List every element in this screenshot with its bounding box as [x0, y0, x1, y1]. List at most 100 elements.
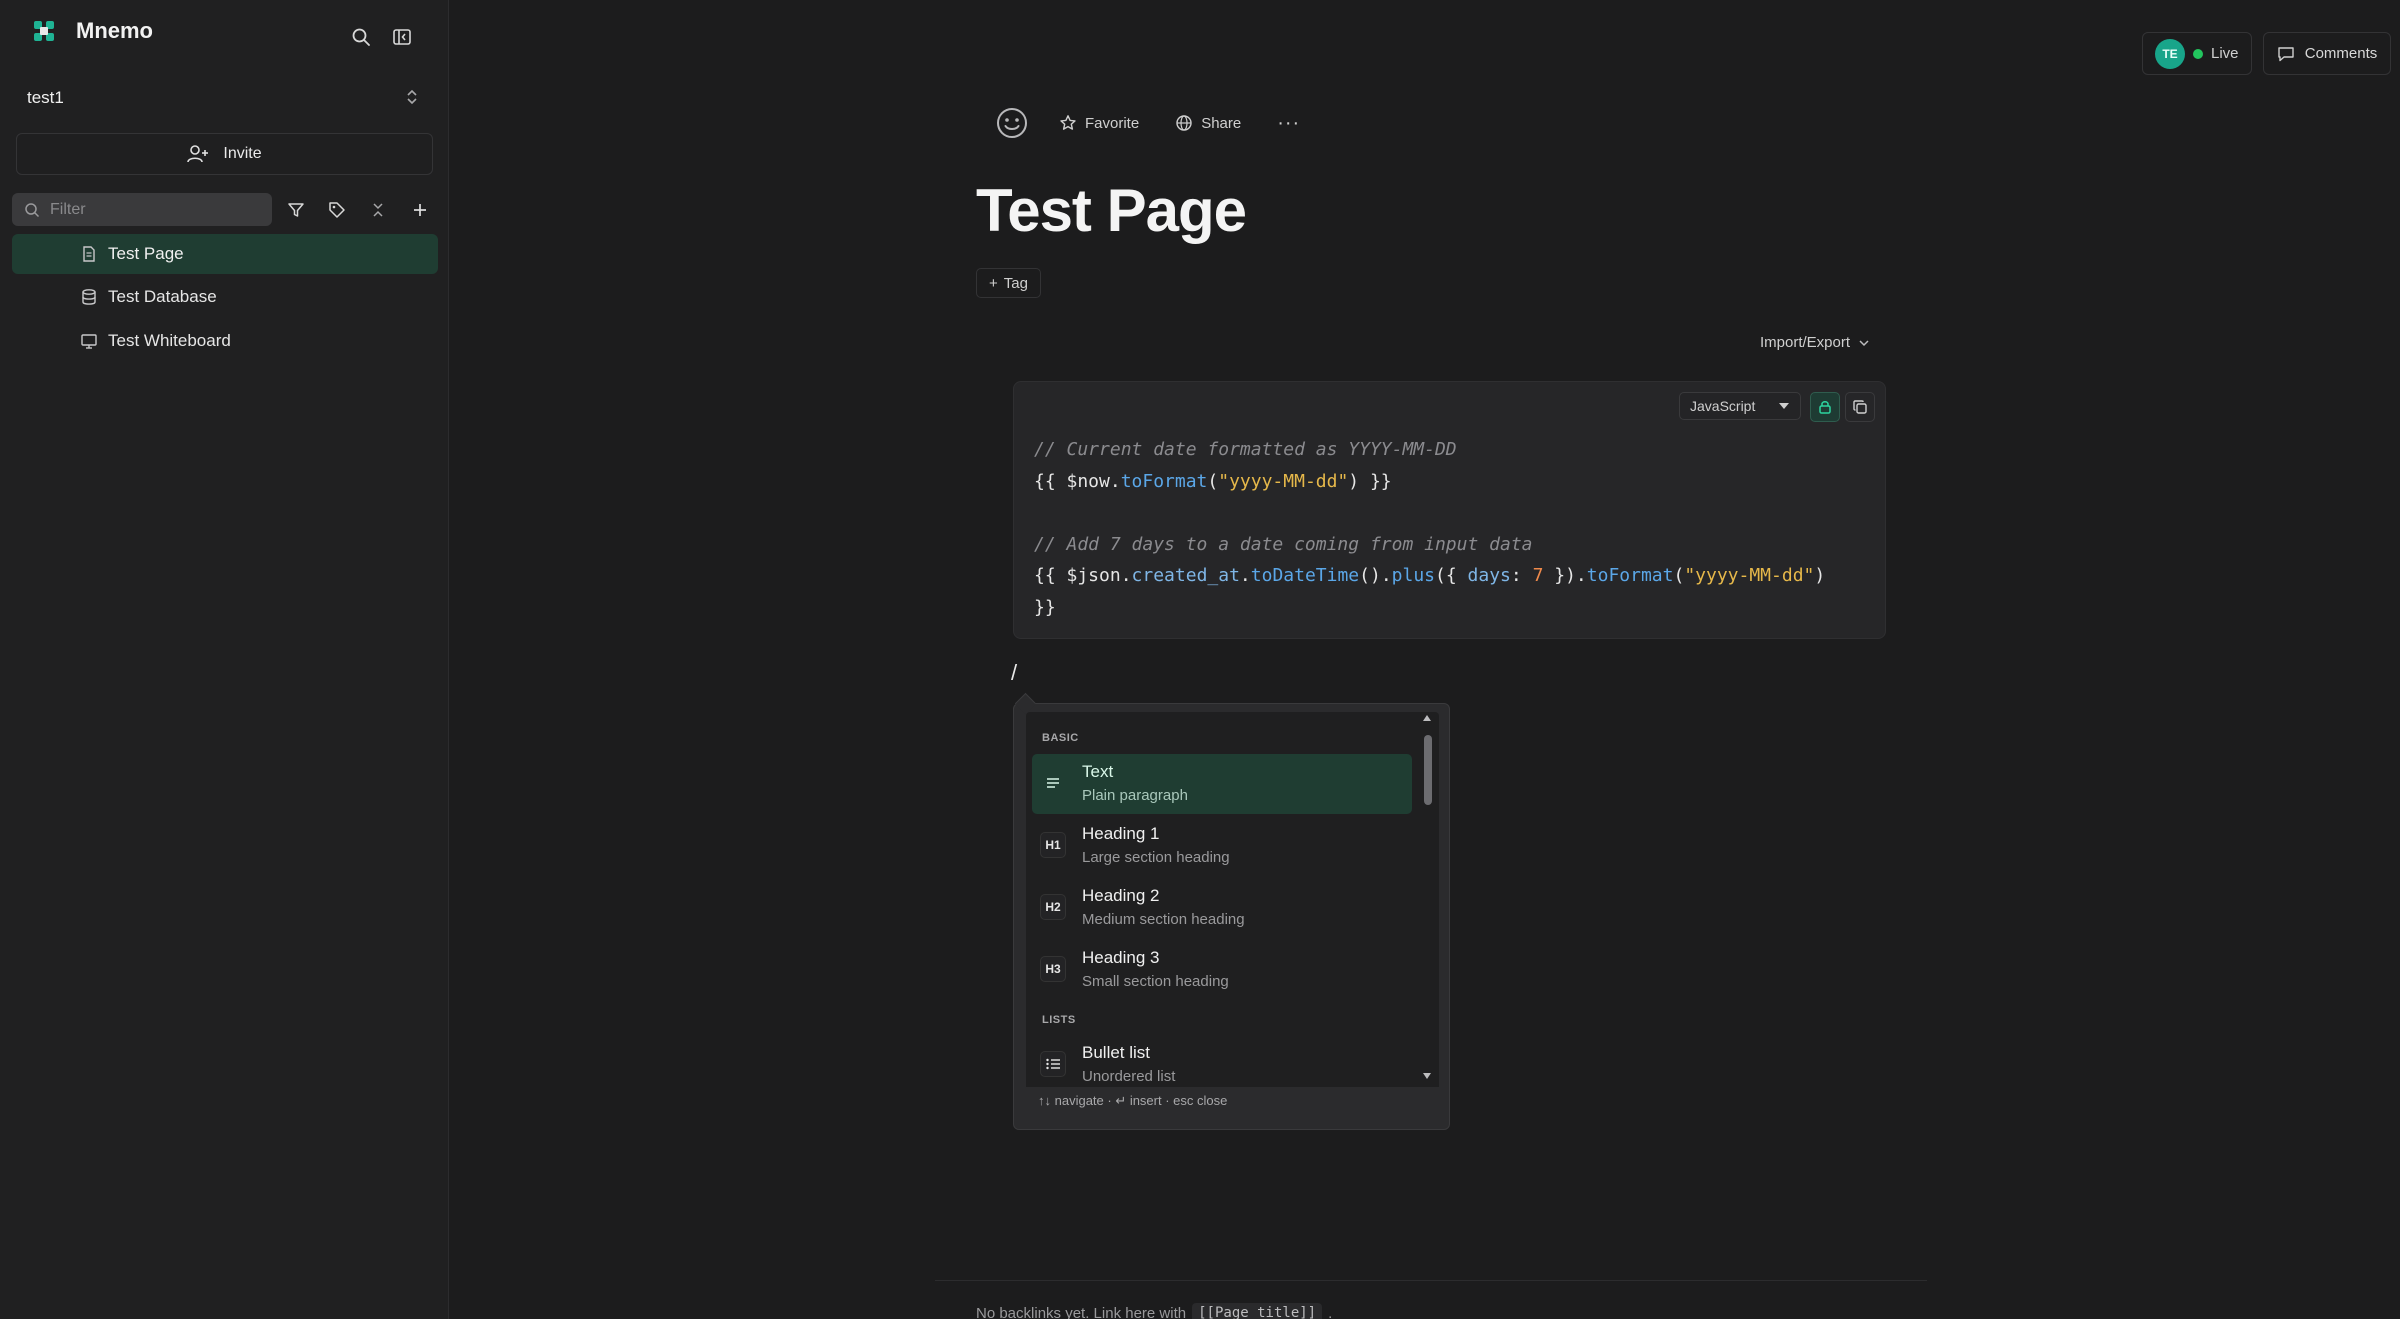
menu-footer-hint: ↑↓ navigate · ↵ insert · esc close [1038, 1093, 1228, 1108]
menu-item-bullet-list[interactable]: Bullet list Unordered list [1032, 1035, 1412, 1087]
bullet-list-icon [1040, 1051, 1066, 1077]
menu-item-desc: Unordered list [1082, 1068, 1176, 1085]
app-name: Mnemo [76, 18, 153, 43]
globe-icon [1176, 115, 1192, 131]
search-icon [352, 28, 370, 46]
filter-button[interactable] [281, 195, 311, 225]
favorite-label: Favorite [1085, 114, 1140, 132]
page-title[interactable]: Test Page [976, 176, 1247, 245]
presence-indicator[interactable]: TE Live [2142, 32, 2252, 75]
menu-item-desc: Large section heading [1082, 849, 1230, 866]
chevron-up-down-icon [407, 89, 417, 105]
add-emoji-button[interactable] [993, 104, 1031, 142]
code-comment: // Add 7 days to a date coming from inpu… [1034, 533, 1533, 555]
heading-2-icon: H2 [1040, 894, 1066, 920]
database-icon [82, 289, 96, 305]
sidebar-item-test-page[interactable]: Test Page [12, 234, 438, 274]
add-user-icon [187, 145, 209, 163]
menu-item-text[interactable]: Text Plain paragraph [1032, 754, 1412, 814]
language-select[interactable]: JavaScript [1679, 392, 1801, 420]
sidebar: Mnemo test1 Invite Filter Test Page Test… [0, 0, 449, 1319]
whiteboard-icon [81, 334, 97, 349]
menu-item-desc: Medium section heading [1082, 911, 1245, 928]
code-block[interactable]: JavaScript // Current date formatted as … [1013, 381, 1886, 639]
filter-field[interactable] [12, 193, 272, 226]
backlinks-text: No backlinks yet. Link here with [976, 1304, 1187, 1319]
menu-item-title: Heading 1 [1082, 824, 1160, 843]
code-line: // Add 7 days to a date coming from inpu… [1034, 529, 1825, 561]
tags-button[interactable] [322, 195, 352, 225]
live-label: Live [2211, 45, 2239, 62]
lock-button[interactable] [1810, 392, 1840, 422]
sidebar-item-label: Test Database [108, 287, 217, 306]
brand[interactable]: Mnemo [32, 18, 153, 44]
menu-item-heading-2[interactable]: H2 Heading 2 Medium section heading [1032, 878, 1412, 938]
workspace-switcher[interactable] [401, 86, 423, 113]
slash-command-menu: BASIC Text Plain paragraph H1 Heading 1 … [1013, 703, 1450, 1130]
collapse-icon [373, 203, 383, 217]
comments-button[interactable]: Comments [2263, 32, 2391, 75]
backlinks-section: No backlinks yet. Link here with [[Page … [976, 1303, 1332, 1319]
backlinks-suffix: . [1328, 1304, 1333, 1319]
caret-down-icon [1779, 403, 1789, 409]
language-label: JavaScript [1690, 398, 1756, 414]
favorite-button[interactable]: Favorite [1059, 114, 1139, 132]
code-content[interactable]: // Current date formatted as YYYY-MM-DD {… [1034, 434, 1825, 623]
scroll-down-icon[interactable] [1420, 1071, 1434, 1081]
search-button[interactable] [346, 22, 376, 52]
code-line: // Current date formatted as YYYY-MM-DD [1034, 434, 1825, 466]
comment-icon [2278, 46, 2294, 61]
menu-item-title: Text [1082, 762, 1114, 781]
add-page-button[interactable] [405, 195, 435, 225]
copy-button[interactable] [1845, 392, 1875, 422]
tag-icon [329, 202, 345, 218]
collapse-all-button[interactable] [363, 195, 393, 225]
search-icon [25, 202, 40, 217]
chevron-down-icon [1859, 339, 1869, 346]
section-label-lists: LISTS [1042, 1014, 1076, 1026]
sidebar-item-test-database[interactable]: Test Database [12, 277, 438, 317]
scroll-up-icon[interactable] [1420, 713, 1434, 723]
sidebar-item-label: Test Page [108, 244, 184, 263]
divider [935, 1280, 1927, 1281]
menu-item-heading-1[interactable]: H1 Heading 1 Large section heading [1032, 816, 1412, 876]
tag-label: Tag [1003, 274, 1028, 292]
sidebar-item-test-whiteboard[interactable]: Test Whiteboard [12, 321, 438, 361]
plus-icon: + [989, 274, 998, 292]
star-icon [1060, 115, 1076, 130]
code-line: }} [1034, 596, 1056, 618]
menu-item-desc: Small section heading [1082, 973, 1229, 990]
import-export-menu[interactable]: Import/Export [1760, 334, 1870, 351]
slash-menu-list[interactable]: BASIC Text Plain paragraph H1 Heading 1 … [1026, 712, 1439, 1087]
editor-slash-text[interactable]: / [1011, 660, 1017, 686]
code-line: {{ $now.toFormat("yyyy-MM-dd") }} [1034, 470, 1392, 492]
collapse-sidebar-button[interactable] [387, 22, 417, 52]
invite-label: Invite [223, 145, 262, 162]
copy-icon [1853, 400, 1867, 414]
code-comment: // Current date formatted as YYYY-MM-DD [1034, 439, 1457, 460]
menu-item-title: Heading 3 [1082, 948, 1160, 967]
smiley-icon [997, 108, 1027, 138]
plus-icon [414, 204, 426, 216]
menu-item-heading-3[interactable]: H3 Heading 3 Small section heading [1032, 940, 1412, 1000]
import-export-label: Import/Export [1760, 334, 1851, 351]
text-icon [1040, 770, 1066, 796]
heading-1-icon: H1 [1040, 832, 1066, 858]
lock-icon [1819, 401, 1831, 414]
avatar: TE [2155, 38, 2185, 69]
workspace-name[interactable]: test1 [27, 88, 64, 108]
menu-item-title: Bullet list [1082, 1043, 1151, 1062]
share-button[interactable]: Share [1175, 114, 1241, 132]
more-options-button[interactable]: ··· [1277, 112, 1300, 135]
filter-input[interactable] [50, 200, 250, 219]
slash-menu-scrollbar[interactable] [1420, 713, 1434, 1083]
menu-item-desc: Plain paragraph [1082, 787, 1188, 804]
scroll-thumb[interactable] [1424, 735, 1432, 805]
backlinks-code: [[Page title]] [1192, 1303, 1323, 1319]
menu-item-title: Heading 2 [1082, 886, 1160, 905]
code-line: {{ $json.created_at.toDateTime().plus({ … [1034, 565, 1826, 586]
comments-label: Comments [2304, 45, 2378, 62]
add-tag-button[interactable]: + Tag [976, 268, 1041, 298]
invite-button[interactable]: Invite [16, 133, 433, 175]
